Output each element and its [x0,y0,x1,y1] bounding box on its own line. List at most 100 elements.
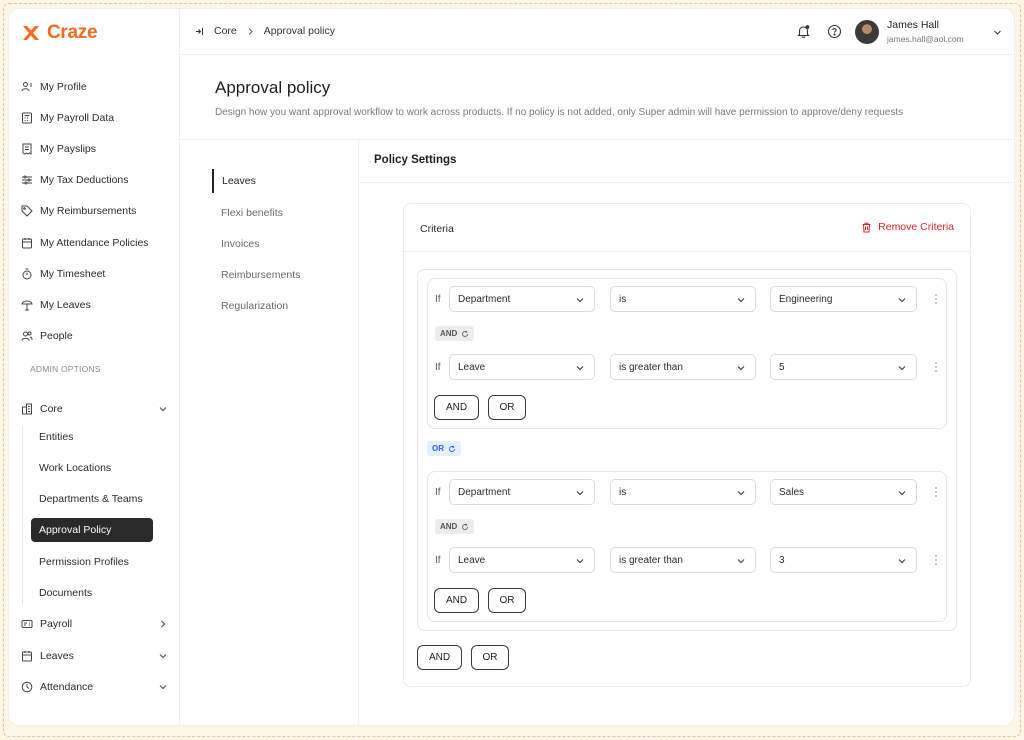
and-chip[interactable]: AND [435,519,475,534]
kebab-menu-icon[interactable] [934,293,938,305]
or-chip-label: OR [432,444,444,453]
sidebar-item-my-attendance-policies[interactable]: My Attendance Policies [21,231,171,255]
submenu-item-entities[interactable]: Entities [31,425,153,449]
operator-select[interactable]: is greater than [610,547,756,573]
sidebar-item-label: My Tax Deductions [40,174,129,186]
sidebar-item-label: My Timesheet [40,268,106,280]
sidebar-item-label: People [40,330,73,342]
submenu-item-approval-policy[interactable]: Approval Policy [31,518,153,542]
sidebar-item-label: My Attendance Policies [40,237,149,249]
kebab-menu-icon[interactable] [934,486,938,498]
add-or-button[interactable]: OR [488,588,526,613]
tab-flexi-benefits[interactable]: Flexi benefits [212,201,342,225]
field-select-value: Leave [458,361,486,373]
submenu-item-documents[interactable]: Documents [31,581,153,605]
field-select[interactable]: Leave [449,547,595,573]
value-select[interactable]: 3 [770,547,917,573]
and-chip-label: AND [440,522,458,531]
sliders-icon [22,175,32,185]
add-and-button[interactable]: AND [434,588,479,613]
sidebar-item-my-reimbursements[interactable]: My Reimbursements [21,199,171,223]
operator-select[interactable]: is [610,479,756,505]
refresh-icon [462,523,469,530]
submenu-rail [22,425,23,605]
tab-regularization[interactable]: Regularization [212,294,342,318]
tag-icon [21,205,33,217]
and-chip[interactable]: AND [435,326,475,341]
sidebar-item-my-leaves[interactable]: My Leaves [21,293,171,317]
logo-mark-icon [23,26,39,40]
chevron-down-icon [737,366,745,371]
kebab-menu-icon[interactable] [934,361,938,373]
condition-group: If Department is Engineering AND If Leav… [427,278,947,429]
field-select[interactable]: Leave [449,354,595,380]
chevron-down-icon [737,491,745,496]
payroll-icon [21,620,33,628]
chevron-right-icon [161,620,166,628]
chevron-down-icon [898,491,906,496]
add-group-and-button[interactable]: AND [417,645,462,670]
remove-criteria-button[interactable]: Remove Criteria [861,221,954,233]
criteria-outer-group: If Department is Engineering AND If Leav… [417,269,957,631]
breadcrumb-core[interactable]: Core [214,25,237,37]
sidebar-item-core[interactable]: Core [21,397,171,421]
policy-settings-divider [359,182,1014,183]
calendar-icon [22,238,32,249]
notification-bell-icon[interactable] [796,24,811,39]
brand-name: Craze [47,22,98,43]
field-select[interactable]: Department [449,286,595,312]
chevron-down-icon [576,491,584,496]
value-select-value: 5 [779,361,785,373]
chevron-down-icon [898,298,906,303]
operator-select-value: is [619,293,627,305]
chevron-down-icon [159,407,167,412]
value-select[interactable]: Engineering [770,286,917,312]
add-and-button[interactable]: AND [434,395,479,420]
value-select[interactable]: 5 [770,354,917,380]
tab-invoices[interactable]: Invoices [212,232,342,256]
kebab-menu-icon[interactable] [934,554,938,566]
sidebar-item-my-timesheet[interactable]: My Timesheet [21,262,171,286]
value-select[interactable]: Sales [770,479,917,505]
chevron-down-icon [159,685,167,690]
sidebar-item-my-payroll-data[interactable]: My Payroll Data [21,106,171,130]
stopwatch-icon [22,268,32,280]
sidebar-item-people[interactable]: People [21,324,171,348]
add-or-button[interactable]: OR [488,395,526,420]
collapse-sidebar-icon[interactable] [195,26,206,37]
page-title: Approval policy [215,78,331,97]
tab-reimbursements[interactable]: Reimbursements [212,263,342,287]
sidebar-item-label: Core [40,403,63,415]
sidebar-item-label: Payroll [40,618,73,630]
submenu-item-departments-teams[interactable]: Departments & Teams [31,487,153,511]
submenu-item-permission-profiles[interactable]: Permission Profiles [31,550,153,574]
avatar[interactable] [855,20,879,44]
brand-logo[interactable]: Craze [21,22,98,44]
operator-select[interactable]: is greater than [610,354,756,380]
sidebar-item-attendance[interactable]: Attendance [21,675,171,699]
sidebar-item-my-profile[interactable]: My Profile [21,75,171,99]
value-select-value: 3 [779,554,785,566]
add-group-or-button[interactable]: OR [471,645,509,670]
sidebar-item-payroll[interactable]: Payroll [21,612,171,636]
field-select-value: Department [458,293,511,305]
operator-select[interactable]: is [610,286,756,312]
sidebar-item-label: Attendance [40,681,94,693]
operator-select-value: is [619,486,627,498]
clock-icon [21,681,33,693]
field-select[interactable]: Department [449,479,595,505]
submenu-item-work-locations[interactable]: Work Locations [31,456,153,480]
tab-leaves[interactable]: Leaves [212,169,342,193]
sidebar-item-leaves[interactable]: Leaves [21,644,171,668]
chevron-right-icon [248,27,253,35]
policy-settings-title: Policy Settings [374,154,457,166]
sidebar-item-my-payslips[interactable]: My Payslips [21,137,171,161]
sidebar-item-my-tax-deductions[interactable]: My Tax Deductions [21,168,171,192]
help-icon[interactable] [827,24,842,39]
value-select-value: Engineering [779,293,833,305]
criteria-title: Criteria [420,223,454,235]
chevron-down-icon[interactable] [992,27,1003,38]
or-chip[interactable]: OR [427,441,461,456]
chevron-down-icon [576,298,584,303]
breadcrumb-current: Approval policy [263,25,335,37]
